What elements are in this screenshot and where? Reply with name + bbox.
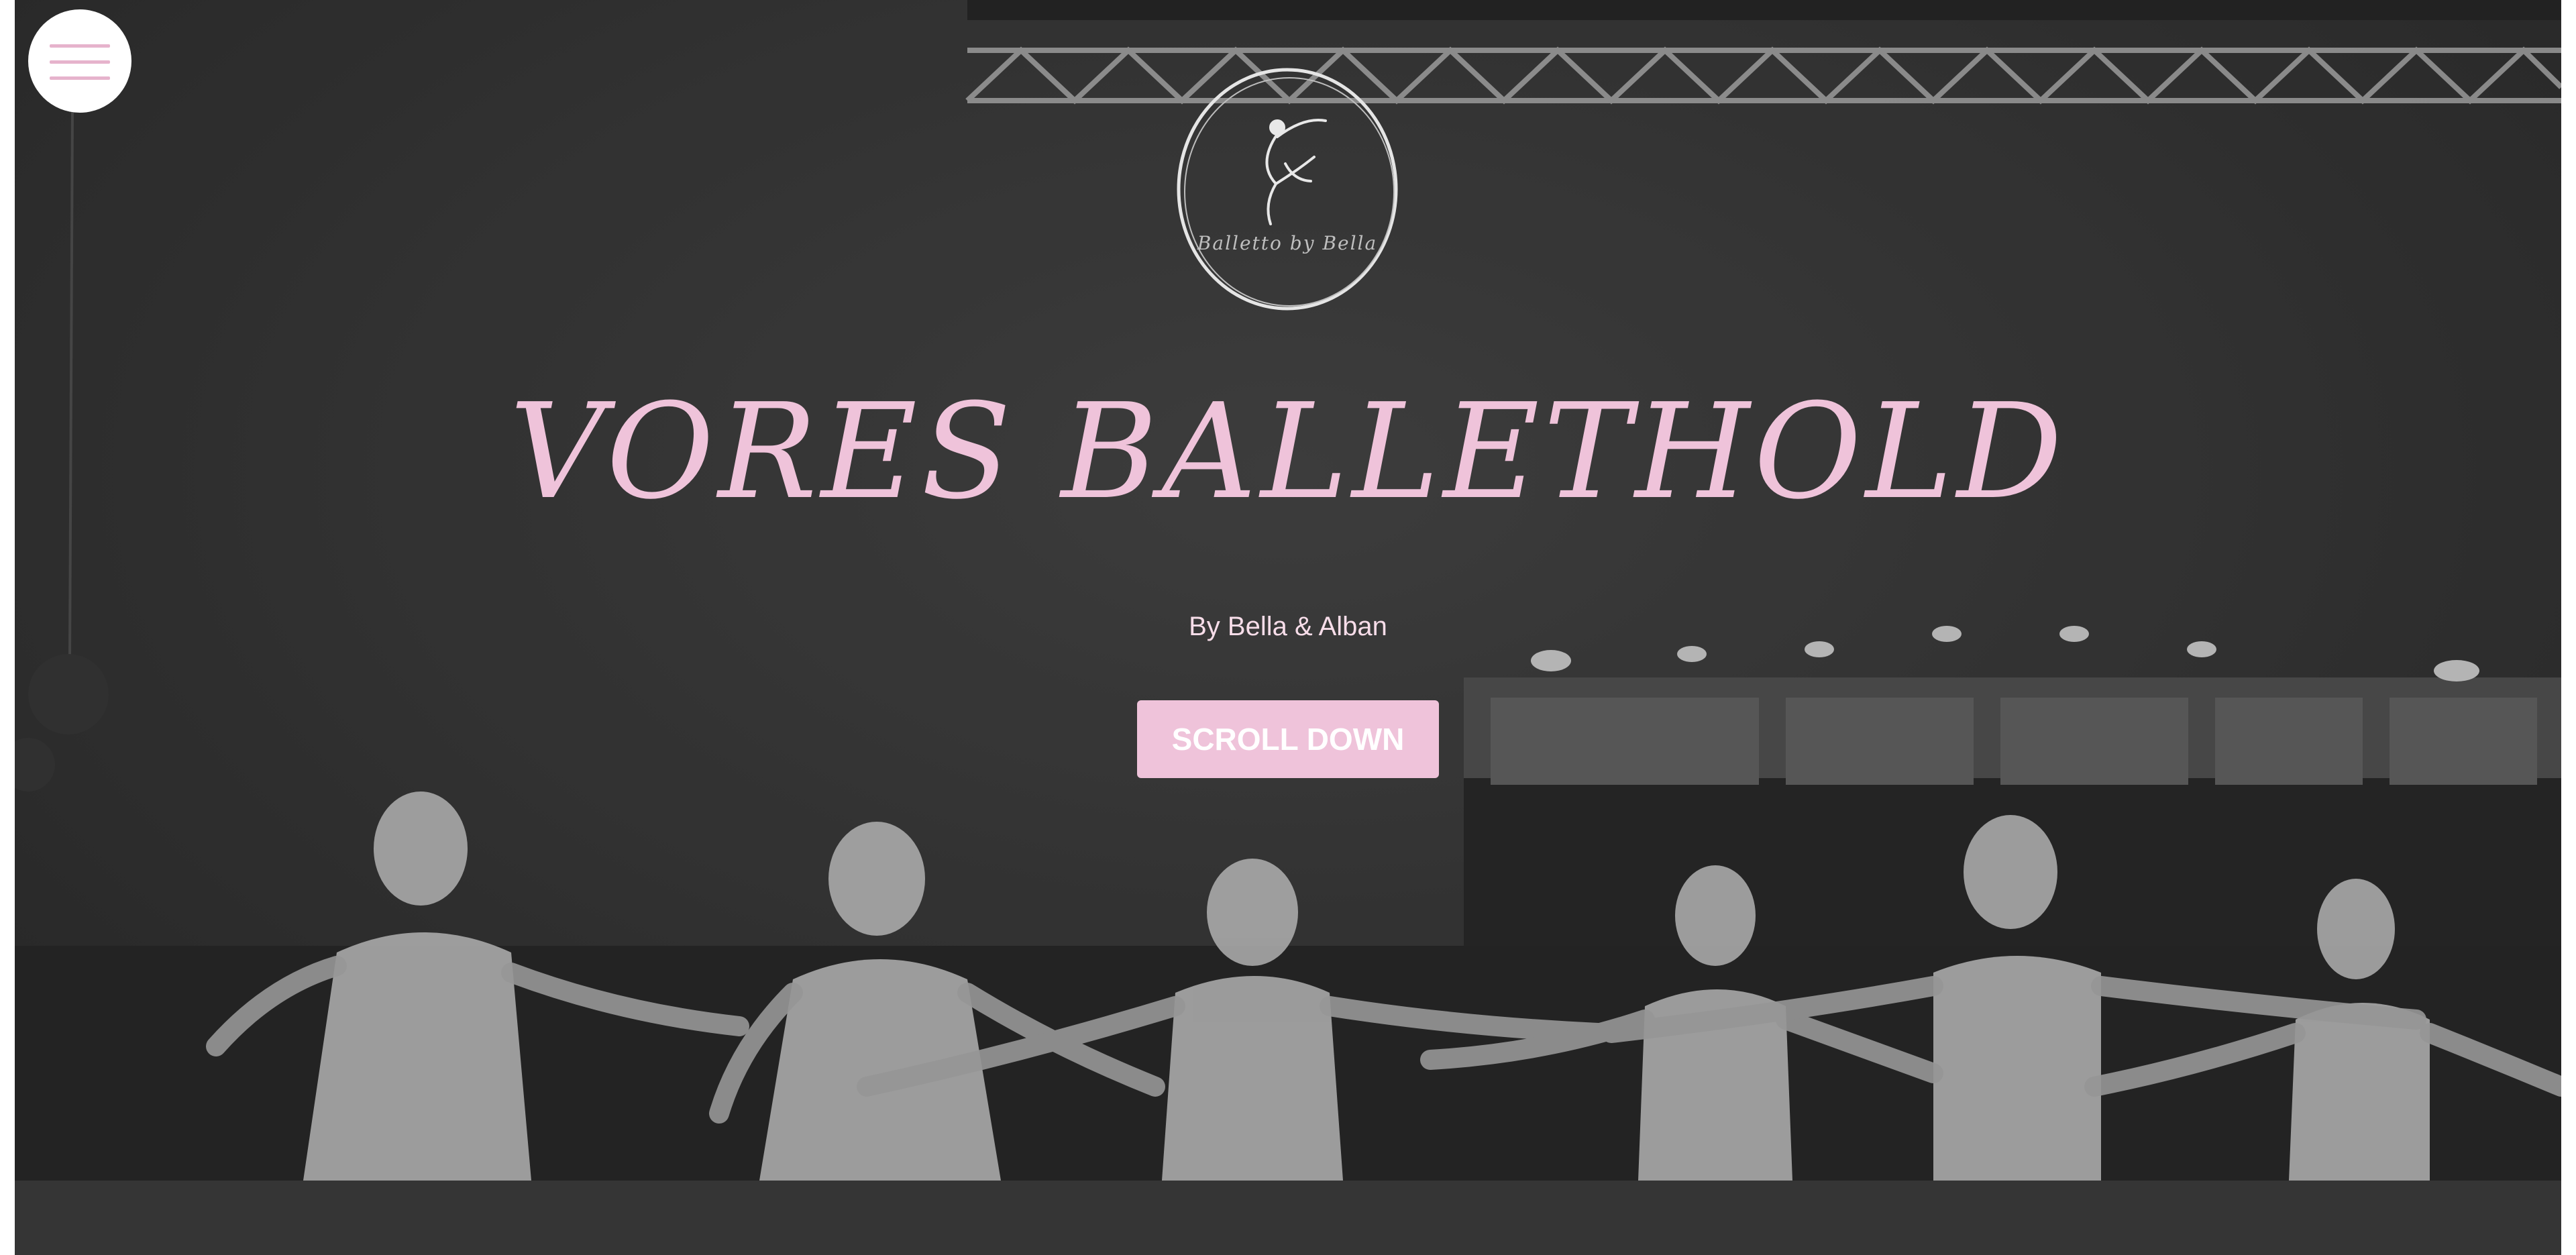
page: Balletto by Bella VORES BALLETHOLD By Be… <box>15 0 2561 1255</box>
menu-button[interactable] <box>28 9 131 113</box>
logo-text: Balletto by Bella <box>1197 232 1378 254</box>
page-subtitle: By Bella & Alban <box>1189 612 1387 641</box>
logo[interactable]: Balletto by Bella <box>1170 63 1405 315</box>
ballerina-icon <box>1265 119 1327 225</box>
scroll-down-button[interactable]: SCROLL DOWN <box>1137 700 1439 778</box>
page-title: VORES BALLETHOLD <box>509 376 2067 529</box>
logo-circle <box>1177 68 1398 311</box>
content-section <box>15 1181 2561 1255</box>
